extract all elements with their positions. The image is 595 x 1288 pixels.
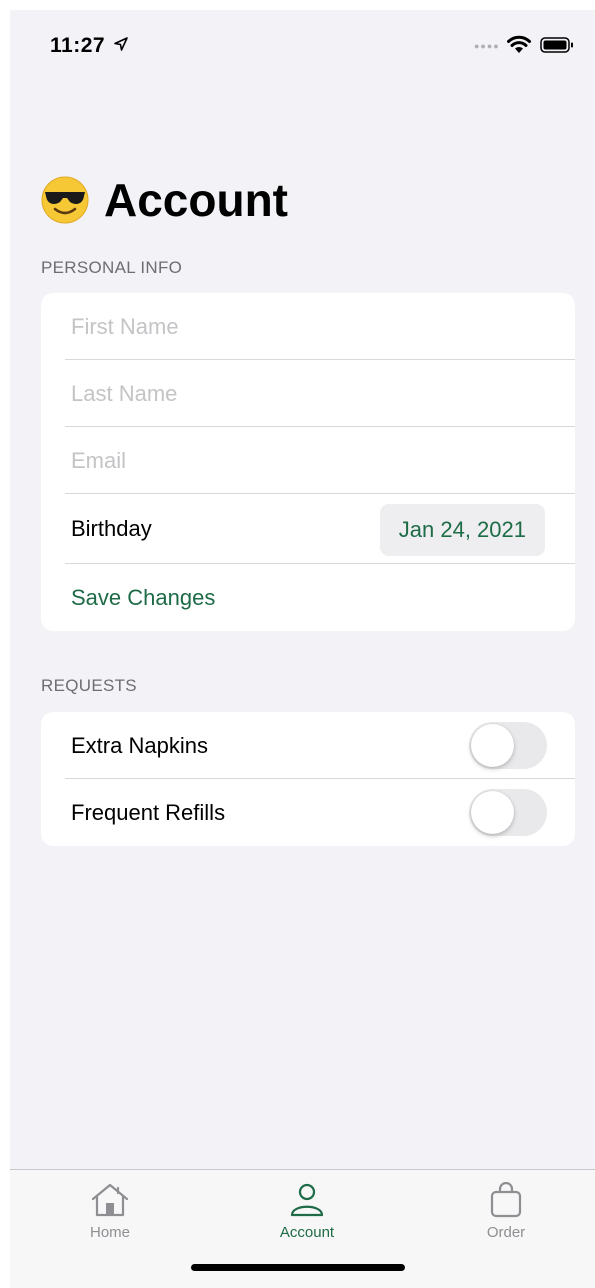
frequent-refills-toggle[interactable] (469, 789, 547, 836)
email-field[interactable] (71, 447, 531, 474)
personal-info-card: Birthday Jan 24, 2021 Save Changes (41, 293, 575, 631)
tab-order[interactable]: Order (446, 1182, 566, 1241)
wifi-icon (507, 35, 531, 53)
house-icon (91, 1183, 129, 1217)
status-bar: 11:27 ●●●● (10, 10, 595, 80)
battery-icon (540, 37, 573, 53)
bag-icon (490, 1182, 522, 1218)
request-label: Frequent Refills (71, 799, 226, 825)
requests-card: Extra Napkins Frequent Refills (41, 712, 575, 846)
page-title: Account (104, 174, 288, 226)
status-time: 11:27 (50, 34, 106, 57)
last-name-field[interactable] (71, 380, 531, 407)
birthday-date-picker[interactable]: Jan 24, 2021 (379, 504, 545, 556)
request-row-frequent-refills: Frequent Refills (41, 779, 575, 846)
birthday-label: Birthday (71, 516, 152, 541)
person-icon (290, 1183, 324, 1217)
save-row: Save Changes (41, 564, 575, 631)
toggle-knob (471, 724, 514, 767)
tab-label-order: Order (486, 1224, 526, 1241)
location-arrow-icon (114, 37, 128, 51)
first-name-field[interactable] (71, 313, 531, 340)
tab-label-home: Home (89, 1224, 130, 1241)
section-header-requests: REQUESTS (41, 676, 137, 695)
tab-label-account: Account (279, 1224, 335, 1241)
section-header-personal-info: PERSONAL INFO (41, 258, 183, 277)
birthday-row: Birthday Jan 24, 2021 (41, 494, 575, 564)
first-name-row (41, 293, 575, 360)
request-label: Extra Napkins (71, 732, 208, 758)
last-name-row (41, 360, 575, 427)
request-row-extra-napkins: Extra Napkins (41, 712, 575, 779)
app-screen: 11:27 ●●●● Account PERSONAL INFO First N… (10, 10, 595, 1288)
signal-dots-icon: ●●●● (474, 41, 500, 51)
home-indicator (191, 1264, 405, 1271)
sunglasses-emoji-icon (41, 176, 89, 224)
email-row (41, 427, 575, 494)
extra-napkins-toggle[interactable] (469, 722, 547, 769)
save-changes-button[interactable]: Save Changes (71, 585, 215, 611)
tab-account[interactable]: Account (247, 1182, 367, 1241)
tab-home[interactable]: Home (50, 1182, 170, 1241)
toggle-knob (471, 791, 514, 834)
page-header: Account (40, 170, 288, 230)
